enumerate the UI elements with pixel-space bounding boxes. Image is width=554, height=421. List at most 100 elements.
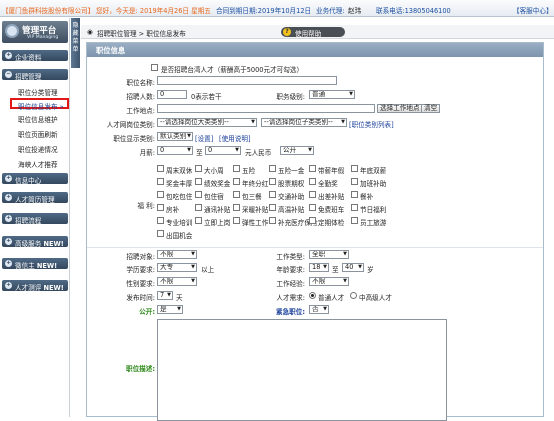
chevron-down-icon: ▼ [358,264,362,270]
talent-senior-radio[interactable] [350,292,357,299]
submenu-label: 职位信息发布 [18,103,58,111]
benefit-checkbox[interactable] [351,191,358,198]
plus-icon: + [5,215,12,222]
menu-info-center[interactable]: + 信息中心 [2,173,68,185]
clear-button[interactable]: 清空 [421,104,441,113]
benefit-checkbox[interactable] [309,165,316,172]
benefit-checkbox[interactable] [157,204,164,211]
benefit-checkbox[interactable] [309,204,316,211]
jobtype-select[interactable]: 全职 ▼ [309,250,349,259]
breadcrumb-bar: ◉ 招聘职位管理 > 职位信息发布 ? 使用帮助 [81,25,554,39]
benefit-checkbox[interactable] [157,230,164,237]
benefit-checkbox[interactable] [233,165,240,172]
benefit-checkbox[interactable] [269,178,276,185]
contract-expiry: 合同到期日期:2019年10月12日 [216,7,312,15]
description-textarea[interactable] [157,319,447,421]
benefit-checkbox[interactable] [233,191,240,198]
benefit-checkbox[interactable] [269,165,276,172]
category-list-link[interactable]: [职位类别列表] [349,119,394,129]
level-value: 普通 [312,90,326,98]
menu-recruitment[interactable]: − 招聘管理 [2,69,68,81]
menu-wechat[interactable]: + 微信主 NEW! [2,258,68,270]
description-label: 职位描述: [125,365,155,373]
benefit-checkbox[interactable] [233,178,240,185]
age-to-value: 40 [345,263,354,271]
submenu-job-applications[interactable]: 职位投递情况 [18,144,58,154]
benefit-checkbox[interactable] [309,217,316,224]
submenu-job-refresh[interactable]: 职位页面刷新 [18,129,58,139]
benefit-checkbox[interactable] [195,217,202,224]
benefit-checkbox[interactable] [269,217,276,224]
choose-location-button[interactable]: 选择工作地点 [377,104,423,113]
submenu-category-manage[interactable]: 职位分类管理 [18,87,58,97]
benefit-checkbox[interactable] [157,191,164,198]
display-settings-link[interactable]: [设置] [195,133,213,143]
target-select[interactable]: 不限 ▼ [157,250,197,259]
job-form-panel: 职位信息 是否招聘台湾人才（薪酬高于5000元才可勾选） 职位名称: 招聘人数:… [86,42,544,421]
salary-public-select[interactable]: 公开 ▼ [280,146,314,155]
benefit-checkbox[interactable] [351,217,358,224]
count-input[interactable]: 0 [157,90,187,99]
location-input[interactable] [157,104,375,113]
salary-from-select[interactable]: 0 ▼ [157,146,193,155]
consultant-label: 业务代理: [316,7,345,15]
menu-recruit-flow[interactable]: + 招聘流程 [2,213,68,225]
age-to-word: 至 [332,266,339,274]
benefit-checkbox[interactable] [351,165,358,172]
benefit-checkbox[interactable] [233,204,240,211]
benefit-checkbox[interactable] [195,191,202,198]
benefit-label: 包吃包住 [166,193,193,201]
panel-title: 职位信息 [96,46,126,55]
benefit-checkbox[interactable] [309,178,316,185]
menu-label: 招聘流程 [15,217,42,225]
talent-normal-radio[interactable] [309,292,316,299]
public-select[interactable]: 是 ▼ [157,305,183,314]
menu-advanced-service[interactable]: + 高级服务 NEW! [2,236,68,248]
benefit-checkbox[interactable] [269,204,276,211]
age-to-select[interactable]: 40 ▼ [342,263,364,272]
benefit-label: 高温补贴 [278,206,305,214]
benefit-checkbox[interactable] [233,217,240,224]
submenu-strait-talent[interactable]: 海峡人才推荐 [18,159,58,169]
subcategory-select[interactable]: --请选择岗位子类类别-- ▼ [261,118,347,127]
menu-resume-manage[interactable]: + 人才简历管理 [2,192,68,204]
age-from-value: 18 [312,263,321,271]
benefit-checkbox[interactable] [157,217,164,224]
display-category-select[interactable]: 默认类别 ▼ [157,132,193,141]
category-select[interactable]: --请选择岗位大类类别-- ▼ [157,118,257,127]
benefit-label: 节日福利 [360,206,387,214]
benefit-checkbox[interactable] [157,165,164,172]
level-select[interactable]: 普通 ▼ [309,90,355,99]
urgent-select[interactable]: 否 ▼ [309,305,329,314]
benefit-label: 出国机会 [166,232,193,240]
publish-days-select[interactable]: 7 ▼ [157,291,173,300]
service-center-link[interactable]: 【客服中心】 [513,5,553,15]
gender-select[interactable]: 不限 ▼ [157,277,197,286]
benefit-checkbox[interactable] [157,178,164,185]
submenu-job-publish[interactable]: 职位信息发布 » [10,98,69,111]
menu-label: 微信主 NEW! [15,260,57,270]
benefit-checkbox[interactable] [309,191,316,198]
plus-icon: + [5,194,12,201]
benefit-checkbox[interactable] [351,204,358,211]
benefit-checkbox[interactable] [195,178,202,185]
usage-guide-link[interactable]: [使用说明] [219,133,251,143]
help-button[interactable]: ? 使用帮助 [281,27,345,38]
menu-company-profile[interactable]: + 企业资料 [2,50,68,62]
menu-label: 信息中心 [15,177,42,185]
benefit-checkbox[interactable] [195,165,202,172]
benefit-checkbox[interactable] [269,191,276,198]
salary-to-word: 至 [196,149,203,157]
age-from-select[interactable]: 18 ▼ [309,263,329,272]
benefit-checkbox[interactable] [351,178,358,185]
submenu-job-maintain[interactable]: 职位信息维护 [18,114,58,124]
salary-to-select[interactable]: 0 ▼ [205,146,241,155]
job-name-input[interactable] [157,76,337,85]
hide-menu-toggle[interactable]: 隐藏菜单 [71,18,80,68]
count-label: 招聘人数: [126,93,155,101]
education-select[interactable]: 大专 ▼ [157,263,197,272]
taiwan-talent-checkbox[interactable] [151,64,158,71]
menu-talent-assessment[interactable]: + 人才测评 NEW! [2,280,68,292]
benefit-checkbox[interactable] [195,204,202,211]
experience-select[interactable]: 不限 ▼ [309,277,349,286]
